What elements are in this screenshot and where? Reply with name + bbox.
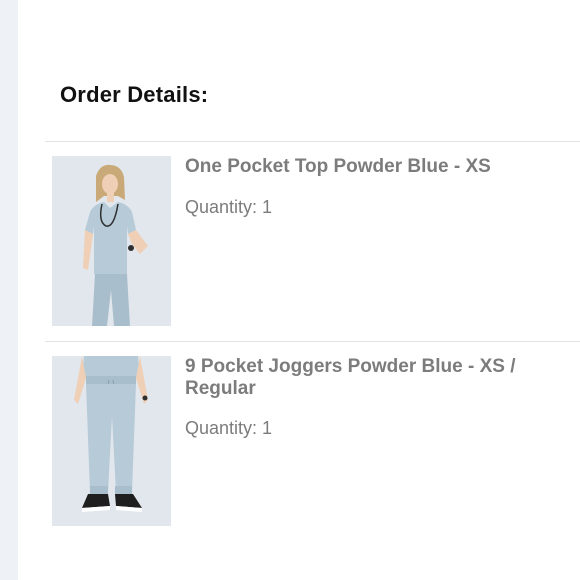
item-name[interactable]: 9 Pocket Joggers Powder Blue - XS / Regu… — [185, 356, 565, 400]
section-title: Order Details: — [60, 82, 209, 107]
item-quantity: Quantity: 1 — [185, 418, 272, 439]
divider — [45, 141, 580, 142]
product-photo-top-icon — [52, 156, 171, 326]
quantity-label: Quantity: — [185, 418, 258, 438]
item-name[interactable]: One Pocket Top Powder Blue - XS — [185, 156, 565, 178]
email-page: Order Details: One Pocket Top Powder Blu… — [0, 0, 580, 580]
product-image-joggers[interactable] — [52, 356, 171, 526]
left-rail — [0, 0, 18, 580]
quantity-label: Quantity: — [185, 197, 258, 217]
quantity-value: 1 — [262, 418, 273, 438]
product-photo-joggers-icon — [52, 356, 171, 526]
product-image-top[interactable] — [52, 156, 171, 326]
item-quantity: Quantity: 1 — [185, 197, 272, 218]
quantity-value: 1 — [262, 197, 273, 217]
divider — [45, 341, 580, 342]
order-details-section: Order Details: One Pocket Top Powder Blu… — [18, 0, 580, 580]
